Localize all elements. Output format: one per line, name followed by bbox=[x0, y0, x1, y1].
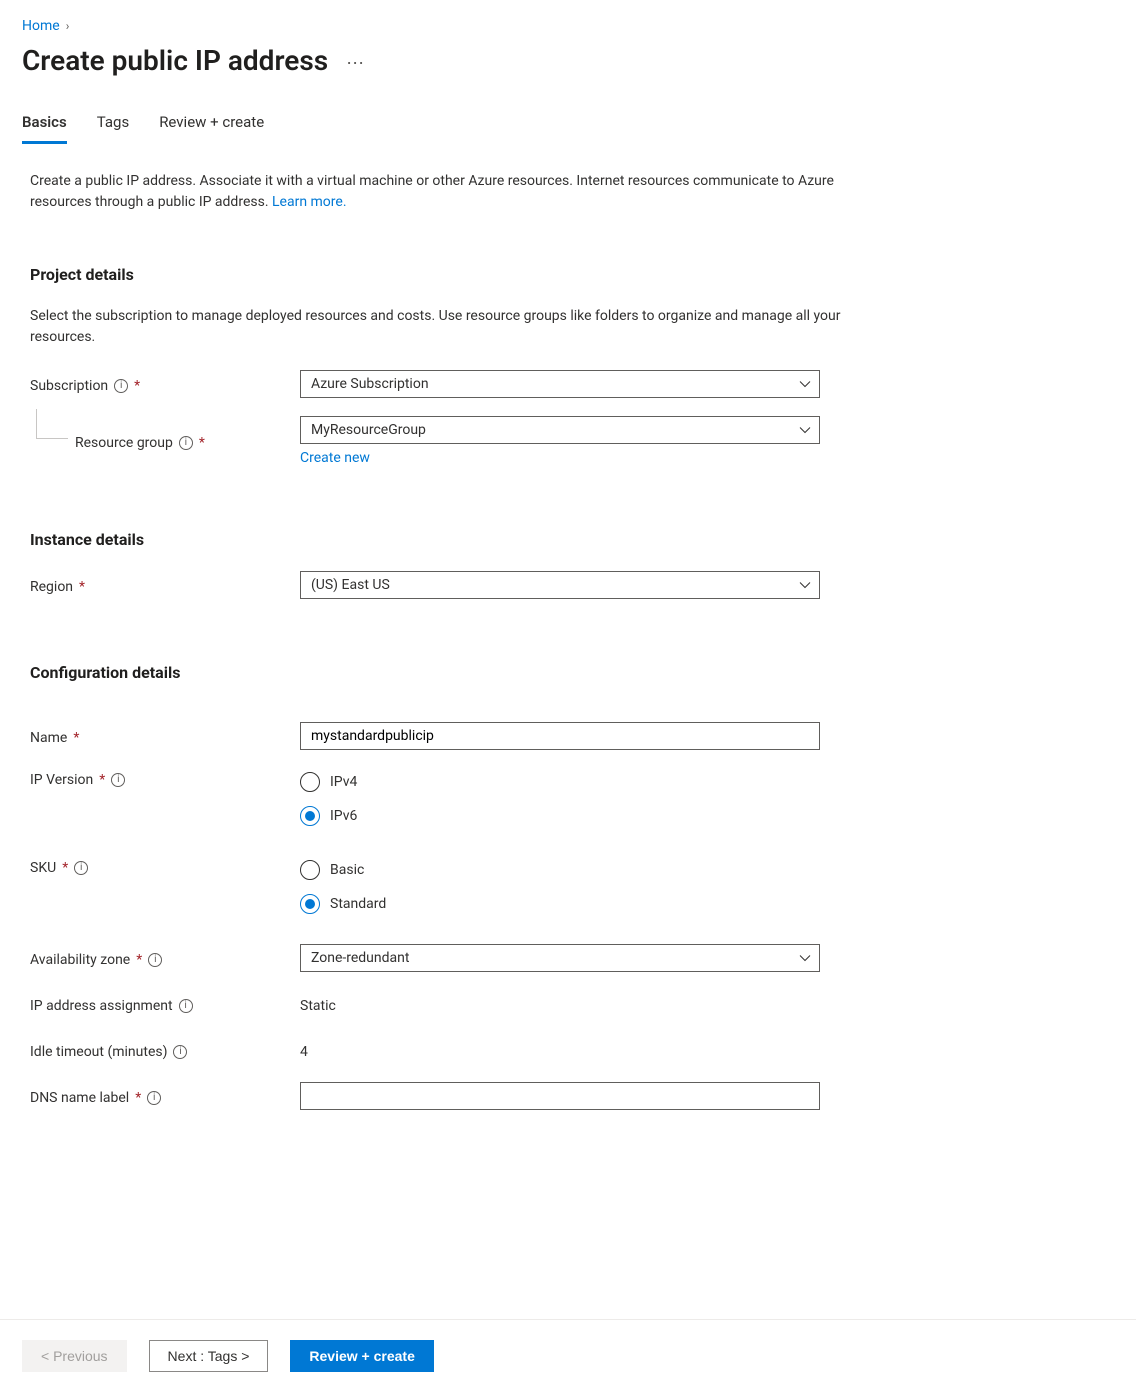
info-icon[interactable]: i bbox=[147, 1091, 161, 1105]
availability-zone-label: Availability zone * i bbox=[30, 948, 300, 968]
idle-timeout-label: Idle timeout (minutes) i bbox=[30, 1040, 300, 1060]
ip-version-label: IP Version * i bbox=[30, 768, 300, 788]
required-indicator: * bbox=[135, 1090, 141, 1106]
region-value: (US) East US bbox=[311, 577, 390, 593]
sku-label: SKU * i bbox=[30, 856, 300, 876]
subscription-label-text: Subscription bbox=[30, 378, 108, 394]
radio-ipv4[interactable]: IPv4 bbox=[300, 772, 820, 792]
idle-timeout-label-text: Idle timeout (minutes) bbox=[30, 1044, 167, 1060]
chevron-down-icon bbox=[799, 424, 811, 436]
tree-line bbox=[36, 409, 68, 439]
dns-name-label: DNS name label * i bbox=[30, 1086, 300, 1106]
required-indicator: * bbox=[99, 772, 105, 788]
info-icon[interactable]: i bbox=[114, 379, 128, 393]
learn-more-link[interactable]: Learn more. bbox=[272, 194, 347, 210]
resource-group-label: Resource group i * bbox=[30, 431, 300, 451]
required-indicator: * bbox=[136, 952, 142, 968]
chevron-down-icon bbox=[799, 378, 811, 390]
tab-tags[interactable]: Tags bbox=[97, 113, 129, 144]
page-title: Create public IP address bbox=[22, 44, 328, 77]
info-icon[interactable]: i bbox=[179, 436, 193, 450]
radio-ipv6-label: IPv6 bbox=[330, 808, 357, 824]
required-indicator: * bbox=[79, 579, 85, 595]
required-indicator: * bbox=[62, 860, 68, 876]
resource-group-label-text: Resource group bbox=[75, 435, 173, 451]
radio-standard-label: Standard bbox=[330, 896, 386, 912]
tab-review-create[interactable]: Review + create bbox=[159, 113, 264, 144]
dns-name-input-field[interactable] bbox=[311, 1083, 789, 1109]
name-label: Name * bbox=[30, 726, 300, 746]
section-project-details: Project details bbox=[30, 265, 844, 284]
info-icon[interactable]: i bbox=[173, 1045, 187, 1059]
create-new-rg-link[interactable]: Create new bbox=[300, 450, 370, 466]
resource-group-select[interactable]: MyResourceGroup bbox=[300, 416, 820, 444]
idle-timeout-value: 4 bbox=[300, 1040, 820, 1060]
info-icon[interactable]: i bbox=[148, 953, 162, 967]
chevron-down-icon bbox=[799, 952, 811, 964]
tab-basics[interactable]: Basics bbox=[22, 113, 67, 144]
subscription-label: Subscription i * bbox=[30, 374, 300, 394]
radio-ipv6[interactable]: IPv6 bbox=[300, 806, 820, 826]
ip-version-label-text: IP Version bbox=[30, 772, 93, 788]
previous-button: < Previous bbox=[22, 1340, 127, 1372]
ip-version-radio-group: IPv4 IPv6 bbox=[300, 768, 820, 826]
chevron-right-icon: › bbox=[66, 19, 70, 33]
more-actions-button[interactable]: ⋯ bbox=[346, 49, 366, 73]
availability-zone-value: Zone-redundant bbox=[311, 950, 409, 966]
subscription-value: Azure Subscription bbox=[311, 376, 429, 392]
project-details-desc: Select the subscription to manage deploy… bbox=[30, 306, 844, 348]
ip-assignment-value: Static bbox=[300, 994, 820, 1014]
info-icon[interactable]: i bbox=[179, 999, 193, 1013]
radio-icon bbox=[300, 894, 320, 914]
availability-zone-label-text: Availability zone bbox=[30, 952, 130, 968]
breadcrumb-home[interactable]: Home bbox=[22, 18, 60, 34]
tab-bar: Basics Tags Review + create bbox=[22, 113, 1114, 145]
dns-name-input[interactable] bbox=[300, 1082, 820, 1110]
sku-label-text: SKU bbox=[30, 860, 56, 876]
intro-body: Create a public IP address. Associate it… bbox=[30, 173, 834, 210]
ip-assignment-label: IP address assignment i bbox=[30, 994, 300, 1014]
breadcrumb: Home › bbox=[22, 18, 1114, 34]
required-indicator: * bbox=[134, 378, 140, 394]
footer-bar: < Previous Next : Tags > Review + create bbox=[0, 1319, 1136, 1392]
intro-text: Create a public IP address. Associate it… bbox=[30, 171, 844, 213]
required-indicator: * bbox=[73, 730, 79, 746]
radio-sku-basic[interactable]: Basic bbox=[300, 860, 820, 880]
sku-radio-group: Basic Standard bbox=[300, 856, 820, 914]
info-icon[interactable]: i bbox=[111, 773, 125, 787]
radio-sku-standard[interactable]: Standard bbox=[300, 894, 820, 914]
region-label: Region * bbox=[30, 575, 300, 595]
ip-assignment-label-text: IP address assignment bbox=[30, 998, 173, 1014]
radio-icon bbox=[300, 772, 320, 792]
review-create-button[interactable]: Review + create bbox=[290, 1340, 433, 1372]
region-select[interactable]: (US) East US bbox=[300, 571, 820, 599]
name-input[interactable] bbox=[300, 722, 820, 750]
chevron-down-icon bbox=[799, 579, 811, 591]
region-label-text: Region bbox=[30, 579, 73, 595]
radio-icon bbox=[300, 860, 320, 880]
radio-icon bbox=[300, 806, 320, 826]
info-icon[interactable]: i bbox=[74, 861, 88, 875]
availability-zone-select[interactable]: Zone-redundant bbox=[300, 944, 820, 972]
resource-group-value: MyResourceGroup bbox=[311, 422, 426, 438]
section-configuration-details: Configuration details bbox=[30, 663, 844, 682]
radio-ipv4-label: IPv4 bbox=[330, 774, 357, 790]
dns-name-label-text: DNS name label bbox=[30, 1090, 129, 1106]
section-instance-details: Instance details bbox=[30, 530, 844, 549]
required-indicator: * bbox=[199, 435, 205, 451]
next-button[interactable]: Next : Tags > bbox=[149, 1340, 269, 1372]
name-input-field[interactable] bbox=[311, 723, 789, 749]
name-label-text: Name bbox=[30, 730, 67, 746]
subscription-select[interactable]: Azure Subscription bbox=[300, 370, 820, 398]
radio-basic-label: Basic bbox=[330, 862, 364, 878]
